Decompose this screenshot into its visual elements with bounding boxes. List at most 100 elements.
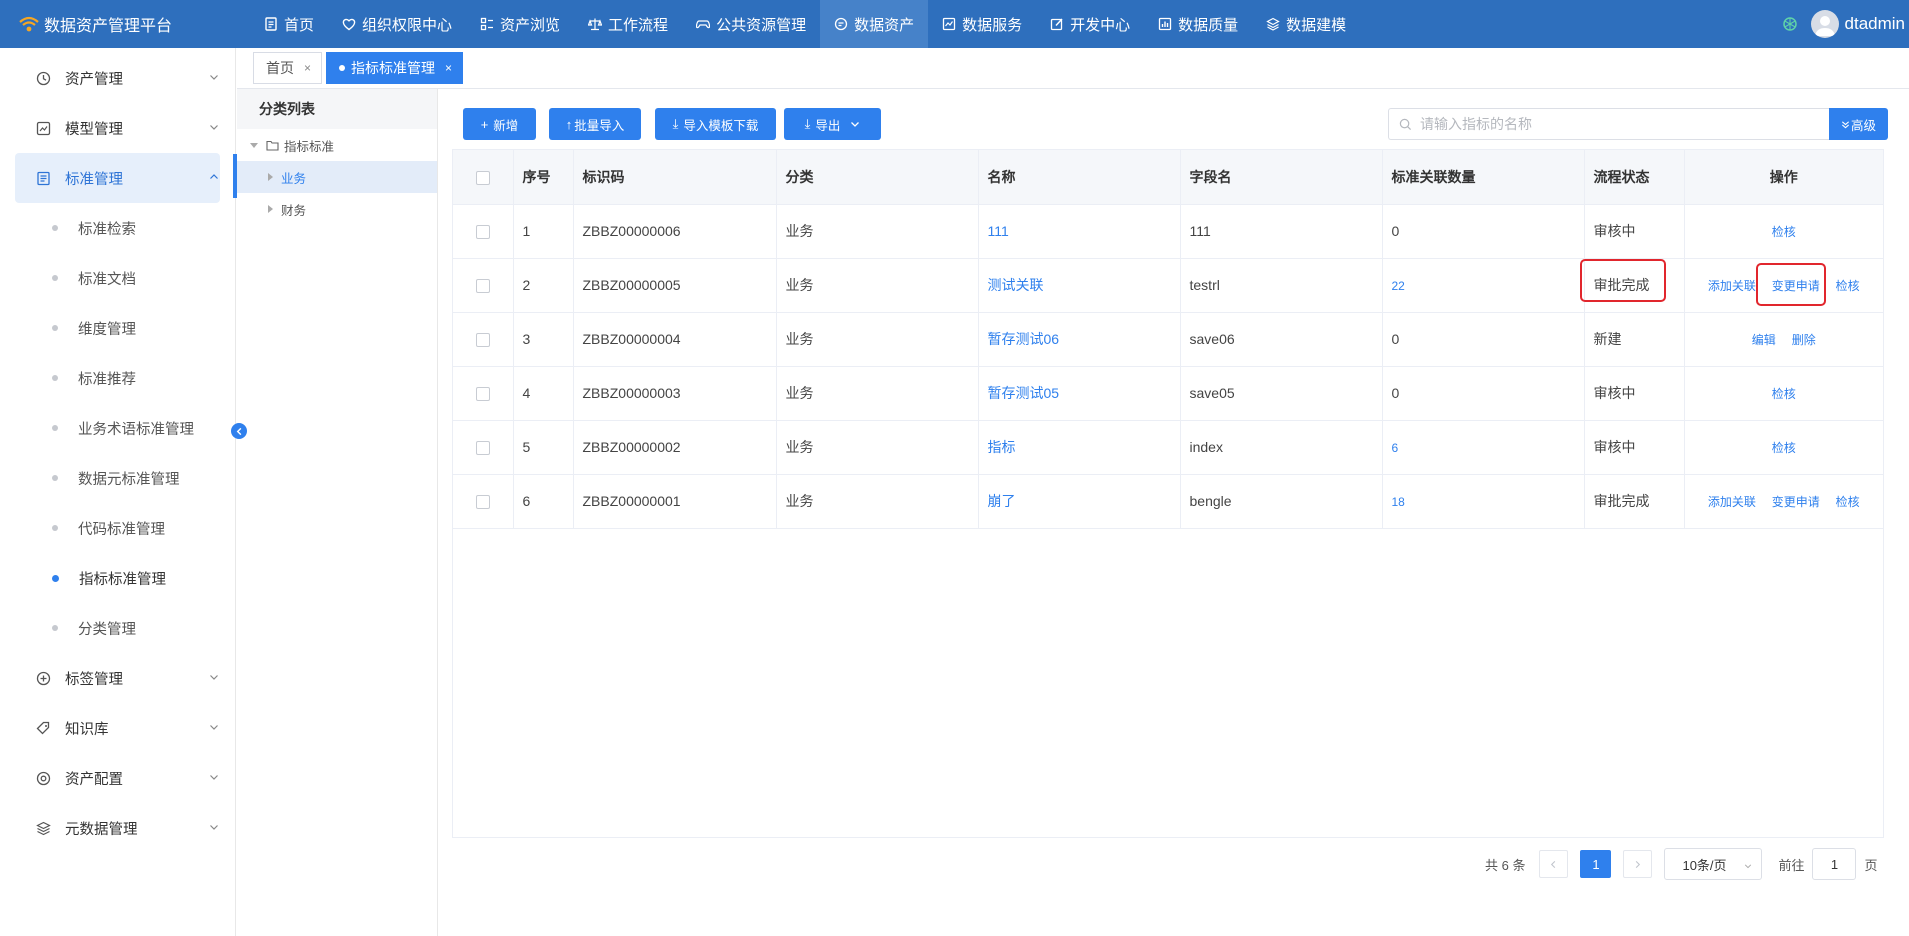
goto-page-input[interactable]: 1: [1812, 848, 1857, 880]
row-checkbox[interactable]: [475, 495, 490, 510]
sidebar-item-category-management[interactable]: 分类管理: [0, 603, 235, 653]
chevron-down-icon: [210, 725, 218, 730]
nav-item-data-services[interactable]: 数据服务: [928, 0, 1036, 48]
sidebar-group-standard-management[interactable]: 标准管理: [15, 153, 220, 203]
sidebar-collapse-button[interactable]: [231, 423, 247, 439]
sidebar-item-standard-recommend[interactable]: 标准推荐: [0, 353, 235, 403]
nav-item-asset-browse[interactable]: 资产浏览: [466, 0, 574, 48]
name-link[interactable]: 指标: [988, 439, 1016, 455]
name-link[interactable]: 暂存测试05: [988, 385, 1060, 401]
avatar[interactable]: [1810, 10, 1839, 38]
close-icon[interactable]: ×: [445, 61, 452, 75]
brand[interactable]: 数据资产管理平台: [0, 0, 250, 48]
cell-no: 5: [513, 420, 574, 475]
sidebar-item-code-standard[interactable]: 代码标准管理: [0, 503, 235, 553]
export-button[interactable]: ⤓ 导出: [784, 108, 881, 140]
name-link[interactable]: 崩了: [988, 493, 1016, 509]
check-link[interactable]: 检核: [1836, 279, 1860, 293]
nav-item-workflow[interactable]: 工作流程: [574, 0, 682, 48]
row-checkbox[interactable]: [475, 441, 490, 456]
next-page-button[interactable]: [1623, 850, 1653, 878]
chart-box-icon: [942, 17, 956, 31]
nav-item-data-quality[interactable]: 数据质量: [1144, 0, 1252, 48]
row-checkbox[interactable]: [475, 279, 490, 294]
tree-node-business[interactable]: 业务: [237, 161, 437, 193]
caret-right-icon[interactable]: [268, 173, 273, 181]
row-select-cell: [453, 366, 514, 421]
sidebar-item-standard-search[interactable]: 标准检索: [0, 203, 235, 253]
edit-link[interactable]: 编辑: [1752, 333, 1776, 347]
caret-right-icon[interactable]: [268, 205, 273, 213]
header-status: 流程状态: [1584, 150, 1685, 205]
check-link[interactable]: 检核: [1836, 495, 1860, 509]
cell-field: save06: [1180, 312, 1383, 367]
change-request-link[interactable]: 变更申请: [1772, 279, 1820, 293]
advanced-search-button[interactable]: 高级: [1829, 108, 1888, 140]
sidebar-group-asset-management[interactable]: 资产管理: [0, 53, 235, 103]
close-icon[interactable]: ×: [304, 61, 311, 75]
name-link[interactable]: 暂存测试06: [988, 331, 1060, 347]
tag-icon: [36, 721, 51, 736]
sidebar-item-dimension-management[interactable]: 维度管理: [0, 303, 235, 353]
name-link[interactable]: 测试关联: [988, 277, 1044, 293]
sidebar-item-business-term-standard[interactable]: 业务术语标准管理: [0, 403, 235, 453]
tree-node-root[interactable]: 指标标准: [237, 129, 437, 161]
nav-item-home[interactable]: 首页: [250, 0, 328, 48]
delete-link[interactable]: 删除: [1792, 333, 1816, 347]
check-link[interactable]: 检核: [1772, 441, 1796, 455]
nav-item-data-modeling[interactable]: 数据建模: [1252, 0, 1360, 48]
page-size-select[interactable]: 10条/页: [1664, 848, 1763, 880]
page-number-1[interactable]: 1: [1580, 850, 1612, 878]
cell-category: 业务: [776, 420, 979, 475]
sidebar-item-standard-docs[interactable]: 标准文档: [0, 253, 235, 303]
sidebar-group-metadata-management[interactable]: 元数据管理: [0, 803, 235, 853]
username[interactable]: dtadmin: [1845, 14, 1905, 34]
tree-node-finance[interactable]: 财务: [237, 193, 437, 225]
search-icon: [1399, 118, 1412, 130]
add-button[interactable]: + 新增: [463, 108, 536, 140]
row-checkbox[interactable]: [475, 333, 490, 348]
openai-icon[interactable]: [1781, 15, 1799, 33]
batch-import-button[interactable]: ↑ 批量导入: [549, 108, 641, 140]
add-relation-link[interactable]: 添加关联: [1708, 279, 1756, 293]
prev-page-button[interactable]: [1539, 850, 1569, 878]
caret-down-icon[interactable]: [250, 142, 258, 148]
category-tree: 分类列表 指标标准 业务 财务: [237, 89, 438, 936]
row-checkbox[interactable]: [475, 225, 490, 240]
cell-name: 111: [978, 204, 1181, 259]
tab-metric-standard[interactable]: 指标标准管理 ×: [326, 52, 464, 84]
search-input[interactable]: [1420, 116, 1820, 132]
add-relation-link[interactable]: 添加关联: [1708, 495, 1756, 509]
count-link[interactable]: 18: [1392, 495, 1405, 509]
nav-item-org-permissions[interactable]: 组织权限中心: [328, 0, 466, 48]
template-download-button[interactable]: ⤓ 导入模板下载: [655, 108, 776, 140]
name-link[interactable]: 111: [988, 223, 1009, 239]
sidebar-item-data-element-standard[interactable]: 数据元标准管理: [0, 453, 235, 503]
bullet-dot: [52, 275, 58, 281]
bullet-dot: [52, 375, 58, 381]
cell-category: 业务: [776, 312, 979, 367]
header-no: 序号: [513, 150, 574, 205]
check-link[interactable]: 检核: [1772, 387, 1796, 401]
select-all-checkbox[interactable]: [475, 170, 490, 185]
count-link[interactable]: 22: [1392, 279, 1405, 293]
header-count: 标准关联数量: [1382, 150, 1585, 205]
chevron-down-icon: [210, 675, 218, 680]
nav-item-data-assets[interactable]: 数据资产: [820, 0, 929, 48]
sidebar-group-knowledge-base[interactable]: 知识库: [0, 703, 235, 753]
select-all-cell: [453, 150, 514, 205]
sidebar-group-asset-config[interactable]: 资产配置: [0, 753, 235, 803]
nav-item-public-resources[interactable]: 公共资源管理: [682, 0, 820, 48]
change-request-link[interactable]: 变更申请: [1772, 495, 1820, 509]
row-checkbox[interactable]: [475, 387, 490, 402]
cell-actions: 添加关联 变更申请 检核: [1684, 474, 1883, 529]
check-link[interactable]: 检核: [1772, 225, 1796, 239]
sidebar-group-model-management[interactable]: 模型管理: [0, 103, 235, 153]
row-select-cell: [453, 312, 514, 367]
sidebar-group-tag-management[interactable]: 标签管理: [0, 653, 235, 703]
count-link[interactable]: 6: [1392, 441, 1399, 455]
sidebar-item-metric-standard[interactable]: 指标标准管理: [0, 553, 235, 603]
nav-item-dev-center[interactable]: 开发中心: [1036, 0, 1144, 48]
table-row: 4 ZBBZ00000003 业务 暂存测试05 save05 0 审核中 检核: [453, 366, 1883, 421]
tab-home[interactable]: 首页 ×: [253, 52, 323, 84]
